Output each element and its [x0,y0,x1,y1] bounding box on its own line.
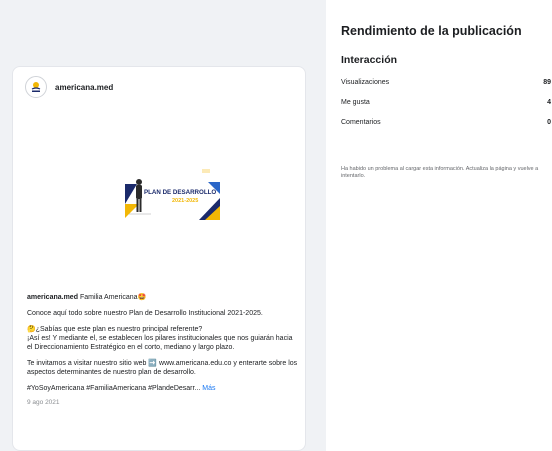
panel-title: Rendimiento de la publicación [341,24,522,38]
metric-value: 4 [547,99,551,106]
image-title: PLAN DE DESARROLLO [144,189,216,196]
section-title: Interacción [341,54,398,66]
logo-icon [31,82,41,92]
caption-author[interactable]: americana.med [27,294,78,301]
metric-value: 89 [543,79,551,86]
image-subtitle: 2021-2025 [172,198,198,204]
more-link[interactable]: Más [202,385,215,392]
caption-paragraph: Te invitamos a visitar nuestro sitio web… [27,360,298,376]
metric-value: 0 [547,119,551,126]
caption-paragraph: Conoce aquí todo sobre nuestro Plan de D… [27,310,263,317]
caption-paragraph: 🤔¿Sabías que este plan es nuestro princi… [27,326,293,351]
error-message: Ha habido un problema al cargar esta inf… [341,166,539,179]
post-caption: americana.med Familia Americana🤩 Conoce … [27,293,299,407]
post-preview-pane: americana.med PLAN DE DESARROLLO 2021-20… [0,0,326,451]
post-image[interactable]: PLAN DE DESARROLLO 2021-2025 [125,164,220,226]
metric-label: Me gusta [341,99,370,106]
plan-desarrollo-graphic: PLAN DE DESARROLLO 2021-2025 [125,164,220,226]
post-card: americana.med PLAN DE DESARROLLO 2021-20… [12,66,306,451]
avatar[interactable] [25,76,47,98]
account-name[interactable]: americana.med [55,83,113,92]
post-header: americana.med [13,67,305,107]
insights-panel: Rendimiento de la publicación Interacció… [336,0,552,451]
metric-label: Visualizaciones [341,79,390,86]
metric-label: Comentarios [341,119,381,126]
post-date: 9 ago 2021 [27,399,60,406]
caption-hashtags: #YoSoyAmericana #FamiliaAmericana #Pland… [27,385,201,392]
caption-line1: Familia Americana🤩 [79,294,147,301]
metric-row-comments: Comentarios 0 [341,119,551,126]
metric-row-likes: Me gusta 4 [341,99,551,106]
metric-row-views: Visualizaciones 89 [341,79,551,86]
